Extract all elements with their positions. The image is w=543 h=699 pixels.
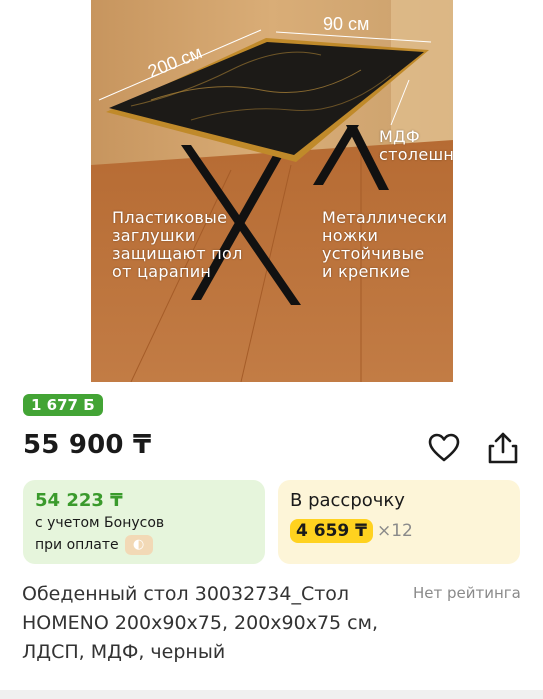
bonus-price: 54 223 ₸	[35, 490, 123, 511]
bonus-note-1: с учетом Бонусов	[35, 515, 165, 531]
bonus-badge: 1 677 Б	[23, 394, 103, 416]
installment-amount: 4 659 ₸	[290, 519, 373, 543]
bottom-divider	[0, 690, 543, 699]
product-image[interactable]: 200 см 90 см МДФ столешн Пластиковые заг…	[91, 0, 453, 382]
favorite-button[interactable]	[426, 430, 462, 466]
share-button[interactable]	[485, 430, 521, 466]
payment-icon: ◐	[124, 535, 153, 555]
rating-status[interactable]: Нет рейтинга	[413, 584, 521, 602]
heart-icon	[428, 433, 460, 462]
share-icon	[488, 432, 518, 464]
product-title: Обеденный стол 30032734_Стол HOMENO 200x…	[22, 583, 378, 663]
table-illustration: 200 см 90 см	[91, 0, 453, 382]
bonus-price-card[interactable]: 54 223 ₸ с учетом Бонусов при оплате ◐	[23, 480, 265, 564]
bonus-note-2: при оплате	[35, 537, 119, 553]
label-mdf: МДФ столешн	[379, 127, 453, 164]
label-plugs: Пластиковые заглушки защищают пол от цар…	[112, 208, 243, 281]
price: 55 900 ₸	[23, 430, 152, 460]
installment-title: В рассрочку	[290, 490, 405, 511]
dimension-depth: 90 см	[323, 14, 369, 34]
installment-card[interactable]: В рассрочку 4 659 ₸ ×12	[278, 480, 520, 564]
label-legs: Металлически ножки устойчивые и крепкие	[322, 208, 448, 281]
installment-multiplier: ×12	[376, 521, 413, 541]
